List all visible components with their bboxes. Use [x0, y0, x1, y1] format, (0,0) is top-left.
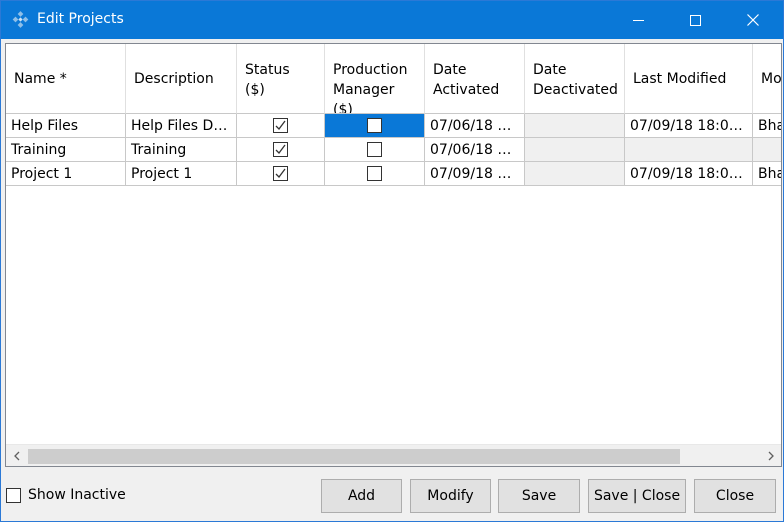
cell-description[interactable]: Project 1 — [126, 162, 237, 186]
cell-date-activated[interactable]: 07/06/18 13... — [425, 114, 525, 138]
cell-last-modified[interactable] — [625, 138, 753, 162]
column-header-description[interactable]: Description — [126, 44, 237, 114]
column-header-date-deactivated[interactable]: Date Deactivated — [525, 44, 625, 114]
minimize-button[interactable] — [615, 1, 661, 39]
column-header-date-activated[interactable]: Date Activated — [425, 44, 525, 114]
cell-date-deactivated[interactable] — [525, 114, 625, 138]
show-inactive-label: Show Inactive — [28, 487, 126, 503]
table-row[interactable]: Project 1 Project 1 07/09/18 17... 07/09… — [6, 162, 781, 186]
production-manager-checkbox[interactable] — [367, 166, 382, 181]
close-button[interactable]: Close — [694, 479, 776, 513]
cell-production-manager-selected[interactable] — [325, 114, 425, 138]
save-close-button[interactable]: Save | Close — [588, 479, 686, 513]
cell-date-deactivated[interactable] — [525, 162, 625, 186]
column-header-name[interactable]: Name * — [6, 44, 126, 114]
window-title: Edit Projects — [37, 11, 124, 27]
cell-name[interactable]: Training — [6, 138, 126, 162]
save-button[interactable]: Save — [498, 479, 580, 513]
chevron-left-icon — [13, 451, 19, 461]
edit-projects-window: Edit Projects Name * Description Status … — [0, 0, 784, 522]
projects-grid[interactable]: Name * Description Status ($) Production… — [5, 43, 782, 467]
modify-button[interactable]: Modify — [410, 479, 491, 513]
horizontal-scrollbar[interactable] — [6, 444, 781, 466]
title-bar[interactable]: Edit Projects — [1, 1, 783, 39]
scrollbar-thumb[interactable] — [28, 449, 680, 464]
show-inactive-checkbox[interactable] — [6, 487, 21, 503]
cell-status[interactable] — [237, 162, 325, 186]
show-inactive-toggle[interactable]: Show Inactive — [6, 487, 126, 503]
scroll-left-button[interactable] — [6, 445, 26, 466]
cell-modified-by[interactable] — [753, 138, 781, 162]
cell-status[interactable] — [237, 114, 325, 138]
cell-production-manager[interactable] — [325, 138, 425, 162]
cell-modified-by[interactable]: Bha — [753, 114, 781, 138]
cell-name[interactable]: Help Files — [6, 114, 126, 138]
maximize-icon — [689, 14, 701, 26]
status-checkbox[interactable] — [273, 142, 288, 157]
chevron-right-icon — [768, 451, 774, 461]
table-row[interactable]: Help Files Help Files De... 07/06/18 13.… — [6, 114, 781, 138]
cell-date-deactivated[interactable] — [525, 138, 625, 162]
column-header-production-manager[interactable]: Production Manager ($) — [325, 44, 425, 114]
grid-header: Name * Description Status ($) Production… — [6, 44, 781, 114]
cell-name[interactable]: Project 1 — [6, 162, 126, 186]
app-diamond-icon — [12, 11, 30, 29]
scroll-right-button[interactable] — [761, 445, 781, 466]
cell-description[interactable]: Help Files De... — [126, 114, 237, 138]
column-header-modified-by[interactable]: Mo — [753, 44, 781, 114]
cell-status[interactable] — [237, 138, 325, 162]
cell-last-modified[interactable]: 07/09/18 18:01:11 — [625, 114, 753, 138]
column-header-last-modified[interactable]: Last Modified — [625, 44, 753, 114]
cell-description[interactable]: Training — [126, 138, 237, 162]
close-icon — [747, 14, 759, 26]
minimize-icon — [632, 19, 644, 21]
production-manager-checkbox[interactable] — [367, 118, 382, 133]
cell-date-activated[interactable]: 07/06/18 13... — [425, 138, 525, 162]
cell-modified-by[interactable]: Bha — [753, 162, 781, 186]
cell-date-activated[interactable]: 07/09/18 17... — [425, 162, 525, 186]
add-button[interactable]: Add — [321, 479, 402, 513]
status-checkbox[interactable] — [273, 118, 288, 133]
cell-last-modified[interactable]: 07/09/18 18:01:11 — [625, 162, 753, 186]
status-checkbox[interactable] — [273, 166, 288, 181]
close-window-button[interactable] — [730, 1, 776, 39]
table-row[interactable]: Training Training 07/06/18 13... — [6, 138, 781, 162]
cell-production-manager[interactable] — [325, 162, 425, 186]
column-header-status[interactable]: Status ($) — [237, 44, 325, 114]
maximize-button[interactable] — [672, 1, 718, 39]
production-manager-checkbox[interactable] — [367, 142, 382, 157]
